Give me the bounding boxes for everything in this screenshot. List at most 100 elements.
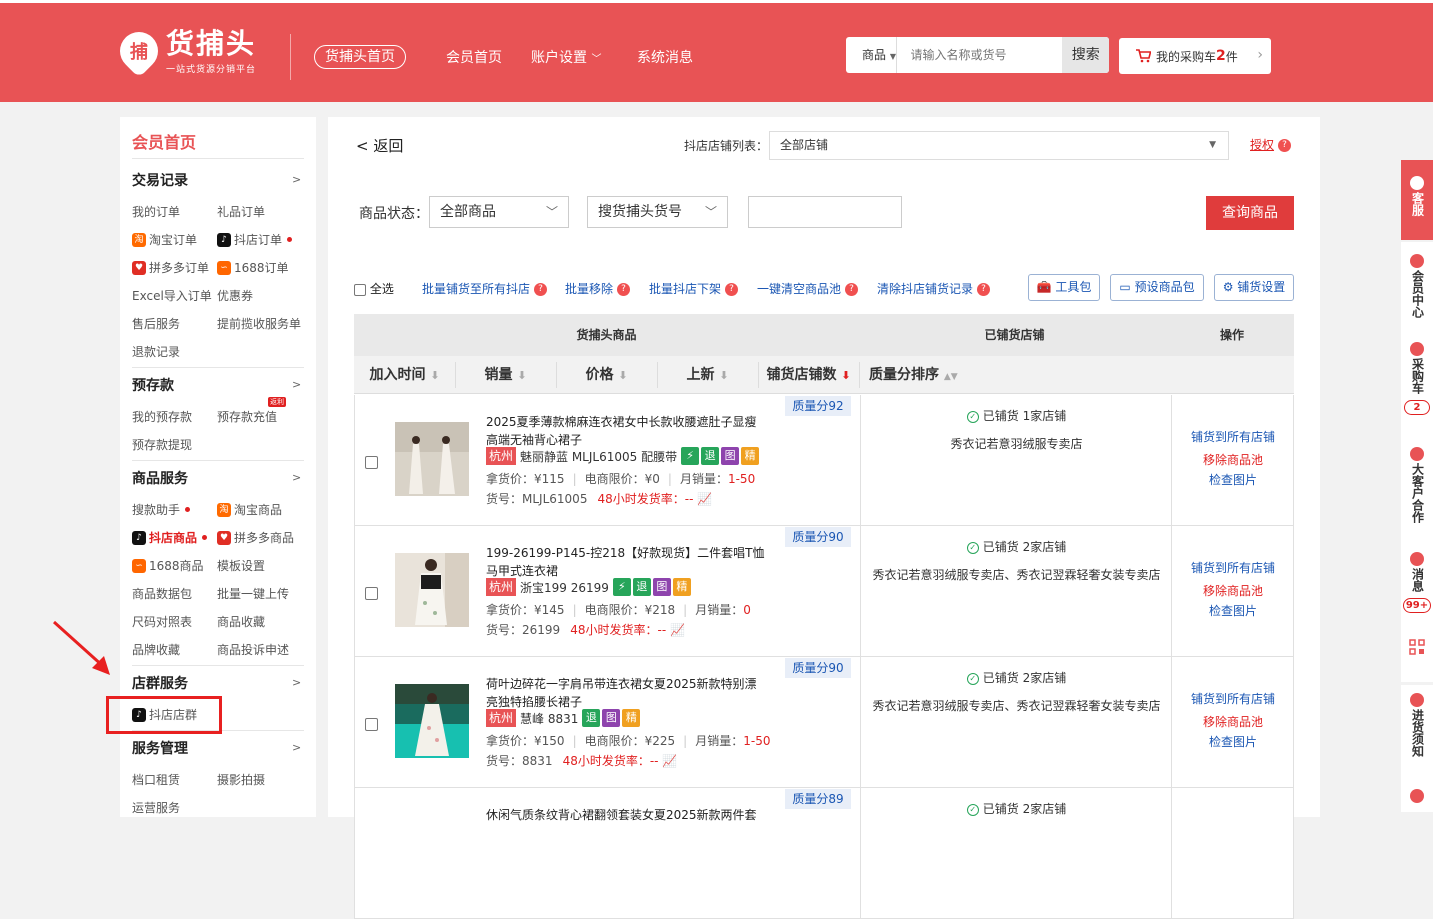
product-thumbnail[interactable] [395,684,469,758]
search-input[interactable] [897,37,1063,73]
sidebar-item-photo-shoot[interactable]: 摄影拍摄 [217,771,265,788]
product-title[interactable]: 荷叶边碎花一字肩吊带连衣裙女夏2025新款特别漂亮独特掐腰长裙子 [486,675,766,711]
sort-new[interactable]: 上新 ⬇ [657,356,758,395]
sidebar-item-advance-collect[interactable]: 提前揽收服务单 [217,315,301,332]
sidebar-item-douyin-orders[interactable]: ♪ 抖店订单 [217,231,293,248]
nav-account-settings[interactable]: 账户设置 ﹀ [531,47,601,67]
sidebar-item-search-helper[interactable]: 搜款助手 [132,501,191,518]
bulk-douyin-delist[interactable]: 批量抖店下架? [649,280,739,297]
sidebar-item-refund-records[interactable]: 退款记录 [132,343,180,360]
row-checkbox[interactable] [365,456,378,469]
row-checkbox[interactable] [365,718,378,731]
sidebar-item-my-orders[interactable]: 我的订单 [132,203,180,220]
section-manage[interactable]: 服务管理 [132,738,188,758]
sort-join-time[interactable]: 加入时间 ⬇ [354,356,455,395]
cart-count: 2 [1216,48,1226,64]
check-images-link[interactable]: 检查图片 [1172,732,1294,752]
sidebar-item-stall-rent[interactable]: 档口租赁 [132,771,180,788]
search-type-select[interactable]: 搜货捕头货号 ﹀ [587,196,728,228]
check-images-link[interactable]: 检查图片 [1172,470,1294,490]
sku-input[interactable] [748,196,902,228]
search-button[interactable]: 搜索 [1062,37,1109,73]
distribute-settings-button[interactable]: ⚙ 铺货设置 [1214,274,1294,301]
sidebar-item-gift-orders[interactable]: 礼品订单 [217,203,265,220]
back-link[interactable]: < 返回 [356,135,403,156]
qrcode-icon [1409,639,1425,655]
search-category-select[interactable]: 商品 ▼ [846,37,898,73]
query-button[interactable]: 查询商品 [1206,196,1294,230]
distributed-status: ✓ 已铺货 2家店铺 [861,800,1172,817]
toolkit-button[interactable]: 🧰 工具包 [1028,274,1100,301]
sidebar-item-my-prestore[interactable]: 我的预存款 [132,408,192,425]
product-thumbnail[interactable] [395,553,469,627]
lightning-icon: ⚡ [612,578,631,596]
sidebar-item-template-settings[interactable]: 模板设置 [217,557,265,574]
cart-button[interactable]: 我的采购车 2 件 › [1119,38,1271,74]
shop-list-select[interactable]: 全部店铺 ▼ [769,131,1229,160]
select-all[interactable]: 全选 [354,280,394,297]
sidebar-item-brand-fav[interactable]: 品牌收藏 [132,641,180,658]
distribute-all-link[interactable]: 铺货到所有店铺 [1172,689,1294,709]
sidebar-item-prestore-withdraw[interactable]: 预存款提现 [132,436,192,453]
quality-badge: 质量分92 [785,396,851,416]
section-shopgroup[interactable]: 店群服务 [132,673,188,693]
back-to-top-item[interactable] [1401,789,1433,805]
clear-goods-pool[interactable]: 一键清空商品池? [757,280,859,297]
remove-pool-link[interactable]: 移除商品池 [1172,450,1294,470]
right-panel-service[interactable]: 客服 [1401,160,1433,240]
sidebar-item-taobao-goods[interactable]: 淘淘宝商品 [217,501,282,518]
qrcode-item[interactable] [1401,639,1433,659]
sidebar-item-aftersale[interactable]: 售后服务 [132,315,180,332]
sidebar-item-douyin-goods[interactable]: ♪ 抖店商品 [132,529,208,546]
big-client-item[interactable]: 大客户合作 [1401,447,1433,527]
section-goods[interactable]: 商品服务 [132,468,188,488]
sidebar-item-coupons[interactable]: 优惠券 [217,287,253,304]
sidebar-item-prestore-recharge[interactable]: 预存款充值 [217,408,277,425]
distribute-all-link[interactable]: 铺货到所有店铺 [1172,558,1294,578]
auth-link[interactable]: 授权? [1250,136,1292,153]
product-title[interactable]: 休闲气质条纹背心裙翻领套装女夏2025新款两件套 [486,806,756,824]
messages-item[interactable]: 消息 99+ [1401,552,1433,613]
sidebar-item-pdd-goods[interactable]: ♥ 拼多多商品 [217,529,294,546]
check-images-link[interactable]: 检查图片 [1172,601,1294,621]
member-center-item[interactable]: 会员中心 [1401,254,1433,322]
preset-pack-button[interactable]: ▭ 预设商品包 [1110,274,1204,301]
sidebar-item-operation[interactable]: 运营服务 [132,799,180,816]
section-prestore[interactable]: 预存款 [132,375,174,395]
remove-pool-link[interactable]: 移除商品池 [1172,581,1294,601]
diamond-icon [1410,254,1424,268]
sort-shop-count[interactable]: 铺货店铺数 ⬇ [758,356,859,395]
sidebar-item-goods-fav[interactable]: 商品收藏 [217,613,265,630]
sidebar-item-taobao-orders[interactable]: 淘淘宝订单 [132,231,197,248]
row-checkbox[interactable] [365,587,378,600]
distribute-all-link[interactable]: 铺货到所有店铺 [1172,427,1294,447]
purchase-notice-item[interactable]: 进货须知 [1401,693,1433,761]
nav-member-home[interactable]: 会员首页 [446,47,502,67]
section-trade[interactable]: 交易记录 [132,170,188,190]
product-title[interactable]: 199-26199-P145-控218【好款现货】二件套唱T恤马甲式连衣裙 [486,544,766,580]
sidebar-item-data-pack[interactable]: 商品数据包 [132,585,192,602]
status-select[interactable]: 全部商品 ﹀ [429,196,569,228]
sort-price[interactable]: 价格 ⬇ [556,356,657,395]
sidebar-item-goods-complaint[interactable]: 商品投诉申述 [217,641,289,658]
bulk-distribute-all[interactable]: 批量铺货至所有抖店? [422,280,548,297]
nav-home-pill[interactable]: 货捕头首页 [314,45,406,69]
sidebar-item-size-chart[interactable]: 尺码对照表 [132,613,192,630]
logo[interactable]: 捕 货捕头 一站式货源分销平台 [112,24,256,78]
sidebar-item-pdd-orders[interactable]: ♥ 拼多多订单 [132,259,209,276]
product-title[interactable]: 2025夏季薄款棉麻连衣裙女中长款收腰遮肚子显瘦高端无袖背心裙子 [486,413,766,449]
cart-item[interactable]: 采购车 2 [1401,342,1433,415]
product-thumbnail[interactable] [395,422,469,496]
right-panel-bottom: 进货须知 [1401,685,1433,812]
sidebar-title[interactable]: 会员首页 [132,129,196,153]
clear-distribute-records[interactable]: 清除抖店铺货记录? [877,280,991,297]
remove-pool-link[interactable]: 移除商品池 [1172,712,1294,732]
sort-sales[interactable]: 销量 ⬇ [455,356,556,395]
sidebar-item-1688-orders[interactable]: ∽ 1688订单 [217,259,289,276]
sort-quality[interactable]: 质量分排序 ▲▼ [869,356,969,396]
sidebar-item-1688-goods[interactable]: ∽ 1688商品 [132,557,204,574]
sidebar-item-excel-import[interactable]: Excel导入订单 [132,287,212,304]
nav-system-messages[interactable]: 系统消息 [637,47,693,67]
sidebar-item-batch-upload[interactable]: 批量一键上传 [217,585,289,602]
bulk-remove[interactable]: 批量移除? [565,280,631,297]
